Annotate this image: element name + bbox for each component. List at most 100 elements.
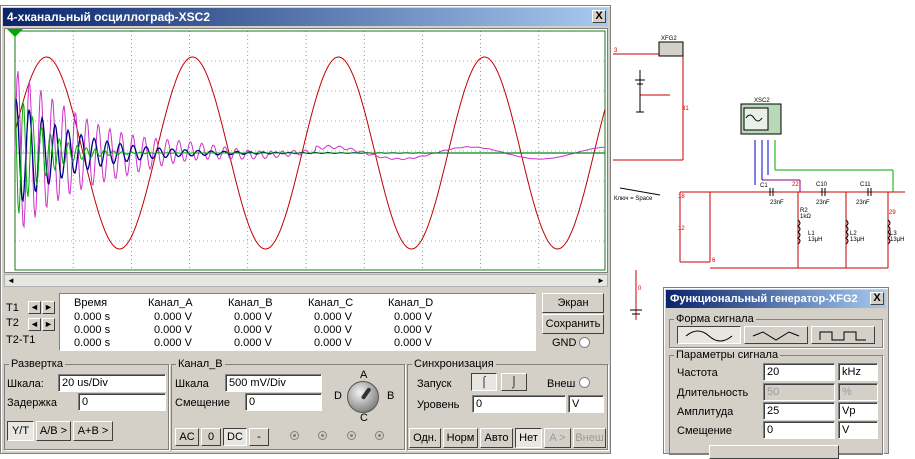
oscilloscope-window[interactable]: 4-хканальный осциллограф-XSC2 X ◄ ► T1 T… [0,5,611,454]
save-button[interactable]: Сохранить [542,314,604,334]
readout-cell: 0.000 V [314,311,352,323]
readout-cell: 0.000 V [314,337,352,349]
trigger-ext-button[interactable]: Внеш [573,428,606,448]
trigger-start-label: Запуск [417,378,452,390]
trigger-title: Синхронизация [412,358,496,370]
coupling-zero-button[interactable]: 0 [201,428,221,446]
readout-cell: 0.000 V [394,311,432,323]
readout-cell: 0.000 V [154,311,192,323]
readout-header-b: Канал_B [228,297,273,309]
param-offset-unit[interactable]: V [838,421,878,439]
readout-cell: 0.000 s [74,311,111,323]
svg-text:C1: C1 [760,183,768,189]
trigger-ext-label: Внеш [547,378,576,390]
param-frequency-field[interactable]: 20 [763,363,835,381]
param-duty-field[interactable]: 50 [763,383,835,401]
t1-right-arrow-button[interactable]: ► [42,301,55,314]
param-offset-field[interactable]: 0 [763,421,835,439]
param-amplitude-unit[interactable]: Vp [838,402,878,420]
svg-text:13µH: 13µH [850,237,864,243]
trigger-auto-button[interactable]: Авто [480,428,513,448]
param-duty-unit[interactable]: % [838,383,878,401]
readout-cell: 0.000 V [154,324,192,336]
svg-text:Ключ = Space: Ключ = Space [614,196,653,202]
waveform-triangle-button[interactable] [744,326,808,344]
svg-text:C11: C11 [860,182,871,188]
channel-scale-field[interactable]: 500 mV/Div [225,374,322,392]
channel-b-dot[interactable] [318,431,327,440]
readout-cell: 0.000 V [154,337,192,349]
scroll-right-arrow-icon[interactable]: ► [595,275,607,286]
svg-text:1kΩ: 1kΩ [800,214,811,220]
readout-header-d: Канал_D [388,297,434,309]
param-amplitude-field[interactable]: 25 [763,402,835,420]
waveform-sine-button[interactable] [677,326,741,344]
sine-wave-icon [685,330,733,342]
generator-close-button[interactable]: X [870,292,884,305]
channel-c-dot[interactable] [347,431,356,440]
t2-right-arrow-button[interactable]: ► [42,318,55,331]
screen-button[interactable]: Экран [542,293,604,313]
channel-title: Канал_B [176,358,225,370]
coupling-minus-button[interactable]: - [249,428,269,446]
timebase-delay-label: Задержка [7,397,57,409]
trigger-ext-radio[interactable] [579,377,590,388]
scope-scrollbar[interactable]: ◄ ► [4,274,608,287]
scope-traces [7,29,606,271]
trace-channel-b [14,71,606,229]
param-frequency-unit[interactable]: kHz [838,363,878,381]
svg-text:3: 3 [614,48,618,54]
oscilloscope-title: 4-хканальный осциллограф-XSC2 [7,10,211,24]
scope-display[interactable] [4,28,608,273]
channel-a-dot[interactable] [290,431,299,440]
readout-cell: 0.000 V [314,324,352,336]
generator-titlebar[interactable]: Функциональный генератор-XFG2 X [666,290,886,308]
mode-yt-button[interactable]: Y/T [7,421,34,441]
trigger-level-field[interactable]: 0 [472,395,566,413]
channel-offset-label: Смещение [175,397,231,409]
trigger-level-label: Уровень [417,399,460,411]
svg-text:31: 31 [682,106,689,112]
param-frequency-label: Частота [677,367,718,379]
trigger-rising-edge-button[interactable]: ⌠ [471,373,497,391]
trigger-level-unit[interactable]: V [568,395,604,413]
oscilloscope-close-button[interactable]: X [592,10,606,23]
function-generator-window[interactable]: Функциональный генератор-XFG2 X Форма си… [663,287,889,459]
channel-scale-label: Шкала [175,378,209,390]
coupling-ac-button[interactable]: AC [175,428,199,446]
row-label-t2: T2 [6,317,19,329]
coupling-dc-button[interactable]: DC [223,428,247,446]
trigger-none-button[interactable]: Нет [515,428,542,448]
channel-offset-field[interactable]: 0 [245,393,322,411]
readout-cell: 0.000 V [234,337,272,349]
channel-selector-knob-icon[interactable] [347,381,379,413]
function-generator-symbol[interactable] [658,41,684,57]
scroll-left-arrow-icon[interactable]: ◄ [5,275,17,286]
mode-ab-button[interactable]: A/B > [36,421,71,441]
schematic-label-xfg2: XFG2 [661,36,677,42]
gnd-label: GND [552,337,577,349]
svg-text:18: 18 [678,194,685,200]
trigger-single-button[interactable]: Одн. [409,428,441,448]
mode-a-plus-b-button[interactable]: A+B > [73,421,113,441]
trigger-falling-edge-button[interactable]: ⌡ [501,373,527,391]
t2-left-arrow-button[interactable]: ◄ [28,318,41,331]
trigger-a-button[interactable]: A > [544,428,571,448]
trigger-normal-button[interactable]: Норм [443,428,478,448]
gnd-radio[interactable] [579,337,590,348]
readout-header-time: Время [74,297,108,309]
knob-label-a: A [360,369,368,381]
t1-left-arrow-button[interactable]: ◄ [28,301,41,314]
param-offset-label: Смещение [677,425,733,437]
readout-cell: 0.000 s [74,337,111,349]
row-label-t1: T1 [6,302,19,314]
readout-header-a: Канал_A [148,297,193,309]
oscilloscope-titlebar[interactable]: 4-хканальный осциллограф-XSC2 X [3,8,608,26]
timebase-scale-field[interactable]: 20 us/Div [58,374,166,392]
generator-bottom-button[interactable] [709,445,839,459]
channel-d-dot[interactable] [375,431,384,440]
timebase-delay-field[interactable]: 0 [78,393,166,411]
readout-cell: 0.000 V [394,324,432,336]
waveform-square-button[interactable] [811,326,875,344]
rising-edge-icon: ⌠ [480,376,488,388]
